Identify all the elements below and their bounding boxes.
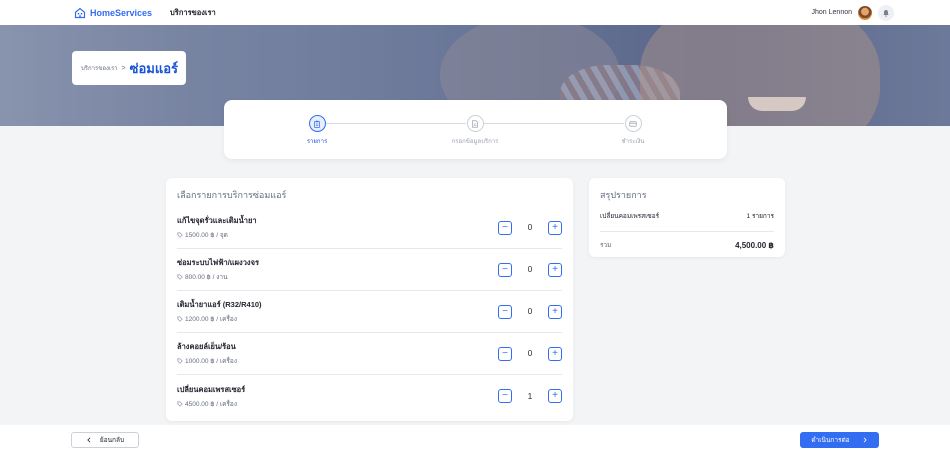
credit-card-icon (629, 120, 637, 127)
step-label: กรอกข้อมูลบริการ (451, 139, 499, 145)
nav-link-our-services[interactable]: บริการของเรา (170, 7, 216, 19)
tag-icon (177, 316, 183, 322)
step-service-info: กรอกข้อมูลบริการ (425, 115, 525, 146)
increase-button[interactable]: + (548, 304, 562, 319)
top-navbar: HomeServices บริการของเรา Jhon Lennon (0, 0, 950, 25)
quantity-value: 0 (527, 265, 533, 274)
tag-icon (177, 400, 183, 407)
hero-smile-shape (748, 97, 806, 111)
summary-line: เปลี่ยนคอมเพรสเซอร์ 1 รายการ (600, 211, 774, 221)
service-price: 1500.00 ฿ / จุด (185, 232, 228, 239)
user-name: Jhon Lennon (811, 9, 852, 16)
tag-icon (177, 358, 183, 364)
service-price: 1200.00 ฿ / เครื่อง (185, 316, 237, 323)
increase-button[interactable]: + (548, 346, 562, 361)
quantity-value: 1 (527, 391, 533, 401)
quantity-value: 0 (527, 307, 533, 316)
order-summary-card: สรุปรายการ เปลี่ยนคอมเพรสเซอร์ 1 รายการ … (589, 178, 785, 257)
document-icon (472, 119, 478, 128)
increase-button[interactable]: + (548, 220, 562, 235)
service-name: เปลี่ยนคอมเพรสเซอร์ (177, 384, 246, 394)
service-name: ซ่อมระบบไฟฟ้า/แผงวงจร (177, 258, 259, 267)
breadcrumb-parent[interactable]: บริการของเรา (81, 63, 118, 73)
summary-item-name: เปลี่ยนคอมเพรสเซอร์ (600, 213, 660, 220)
decrease-button[interactable]: − (498, 389, 512, 403)
divider (600, 231, 774, 232)
decrease-button[interactable]: − (498, 220, 512, 235)
increase-button[interactable]: + (548, 262, 562, 277)
progress-stepper: รายการ กรอกข้อมูลบริการ ชำระเงิน (224, 100, 727, 159)
service-selection-card: เลือกรายการบริการซ่อมแอร์ แก้ไขจุดรั่วแล… (166, 178, 573, 421)
quantity-stepper: − 0 + (498, 262, 562, 277)
step-items: รายการ (267, 115, 367, 146)
breadcrumb-separator: > (121, 64, 126, 72)
service-list-title: เลือกรายการบริการซ่อมแอร์ (177, 190, 287, 200)
step-label: รายการ (306, 139, 328, 145)
decrease-button[interactable]: − (498, 304, 512, 319)
quantity-stepper: − 0 + (498, 220, 562, 235)
chevron-left-icon (87, 437, 91, 443)
summary-title: สรุปรายการ (600, 190, 647, 200)
step-payment: ชำระเงิน (583, 115, 683, 146)
summary-total: รวม 4,500.00 ฿ (600, 240, 774, 250)
continue-button[interactable]: ดำเนินการต่อ (800, 432, 879, 448)
service-price: 1000.00 ฿ / เครื่อง (185, 358, 237, 365)
continue-button-label: ดำเนินการต่อ (811, 437, 850, 444)
house-icon (74, 7, 86, 18)
notification-button[interactable] (878, 4, 894, 21)
quantity-value: 0 (527, 349, 533, 358)
service-name: ล้างคอยล์เย็น/ร้อน (177, 342, 236, 351)
quantity-stepper: − 1 + (498, 389, 562, 403)
list-item: เติมน้ำยาแอร์ (R32/R410) 1200.00 ฿ / เคร… (177, 291, 562, 333)
chevron-right-icon (863, 437, 867, 443)
total-label: รวม (600, 242, 612, 249)
brand-logo[interactable]: HomeServices (74, 7, 152, 19)
service-price: 800.00 ฿ / งาน (185, 274, 228, 281)
quantity-value: 0 (527, 223, 533, 232)
back-button-label: ย้อนกลับ (99, 437, 125, 444)
avatar[interactable] (858, 5, 872, 20)
service-name: เติมน้ำยาแอร์ (R32/R410) (177, 300, 262, 309)
total-value: 4,500.00 ฿ (735, 240, 774, 250)
service-name: แก้ไขจุดรั่วและเติมน้ำยา (177, 216, 257, 225)
clipboard-icon (314, 120, 320, 128)
list-item: เปลี่ยนคอมเพรสเซอร์ 4500.00 ฿ / เครื่อง … (177, 375, 562, 417)
page-title: ซ่อมแอร์ (129, 60, 179, 76)
tag-icon (177, 274, 183, 280)
brand-name: HomeServices (90, 7, 153, 18)
back-button[interactable]: ย้อนกลับ (71, 432, 139, 448)
quantity-stepper: − 0 + (498, 304, 562, 319)
service-list: แก้ไขจุดรั่วและเติมน้ำยา 1500.00 ฿ / จุด… (177, 207, 562, 417)
quantity-stepper: − 0 + (498, 346, 562, 361)
bell-icon (883, 9, 889, 17)
increase-button[interactable]: + (548, 389, 562, 403)
list-item: แก้ไขจุดรั่วและเติมน้ำยา 1500.00 ฿ / จุด… (177, 207, 562, 249)
service-price: 4500.00 ฿ / เครื่อง (185, 400, 237, 408)
step-label: ชำระเงิน (621, 139, 645, 145)
tag-icon (177, 232, 183, 238)
breadcrumb: บริการของเรา > ซ่อมแอร์ (72, 51, 186, 85)
summary-item-qty: 1 รายการ (746, 213, 774, 220)
list-item: ล้างคอยล์เย็น/ร้อน 1000.00 ฿ / เครื่อง −… (177, 333, 562, 375)
list-item: ซ่อมระบบไฟฟ้า/แผงวงจร 800.00 ฿ / งาน − 0… (177, 249, 562, 291)
decrease-button[interactable]: − (498, 346, 512, 361)
decrease-button[interactable]: − (498, 262, 512, 277)
